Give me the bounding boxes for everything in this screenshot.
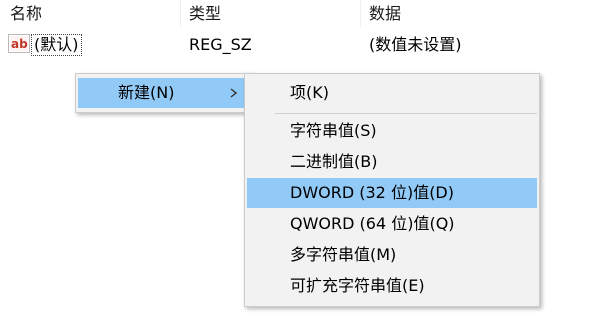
value-data: (数值未设置) — [369, 35, 462, 54]
value-type: REG_SZ — [189, 35, 252, 54]
column-divider[interactable] — [180, 0, 181, 28]
menu-item-multi-string-value-label: 多字符串值(M) — [290, 245, 397, 264]
column-header-data[interactable]: 数据 — [369, 4, 401, 24]
column-header-name[interactable]: 名称 — [10, 4, 42, 24]
menu-item-new-label: 新建(N) — [118, 83, 175, 102]
menu-separator — [275, 113, 537, 114]
menu-item-qword-value[interactable]: QWORD (64 位)值(Q) — [247, 209, 537, 239]
menu-item-key-label: 项(K) — [290, 83, 329, 102]
column-header-type[interactable]: 类型 — [189, 4, 221, 24]
string-value-ab-icon: ab — [8, 34, 30, 53]
menu-item-dword-value-label: DWORD (32 位)值(D) — [290, 183, 454, 202]
menu-item-binary-value-label: 二进制值(B) — [290, 152, 378, 171]
menu-item-new[interactable]: 新建(N) — [78, 78, 248, 108]
new-submenu: 项(K) 字符串值(S) 二进制值(B) DWORD (32 位)值(D) QW… — [244, 73, 540, 307]
menu-item-expandable-string-value-label: 可扩充字符串值(E) — [290, 276, 425, 295]
menu-item-string-value-label: 字符串值(S) — [290, 121, 377, 140]
menu-item-qword-value-label: QWORD (64 位)值(Q) — [290, 214, 455, 233]
value-row-default[interactable]: ab (默认) REG_SZ (数值未设置) — [0, 31, 608, 57]
list-header: 名称 类型 数据 — [0, 0, 608, 28]
menu-item-string-value[interactable]: 字符串值(S) — [247, 116, 537, 146]
context-menu: 新建(N) — [75, 73, 251, 113]
menu-item-key[interactable]: 项(K) — [247, 78, 537, 108]
svg-text:ab: ab — [11, 37, 28, 51]
column-divider[interactable] — [360, 0, 361, 28]
menu-item-binary-value[interactable]: 二进制值(B) — [247, 147, 537, 177]
menu-item-expandable-string-value[interactable]: 可扩充字符串值(E) — [247, 271, 537, 301]
value-name[interactable]: (默认) — [31, 34, 82, 56]
menu-item-multi-string-value[interactable]: 多字符串值(M) — [247, 240, 537, 270]
chevron-right-icon — [230, 88, 238, 98]
registry-editor-value-pane: 名称 类型 数据 ab (默认) REG_SZ (数值未设置) 新建(N) 项(… — [0, 0, 608, 326]
menu-item-dword-value[interactable]: DWORD (32 位)值(D) — [247, 178, 537, 208]
